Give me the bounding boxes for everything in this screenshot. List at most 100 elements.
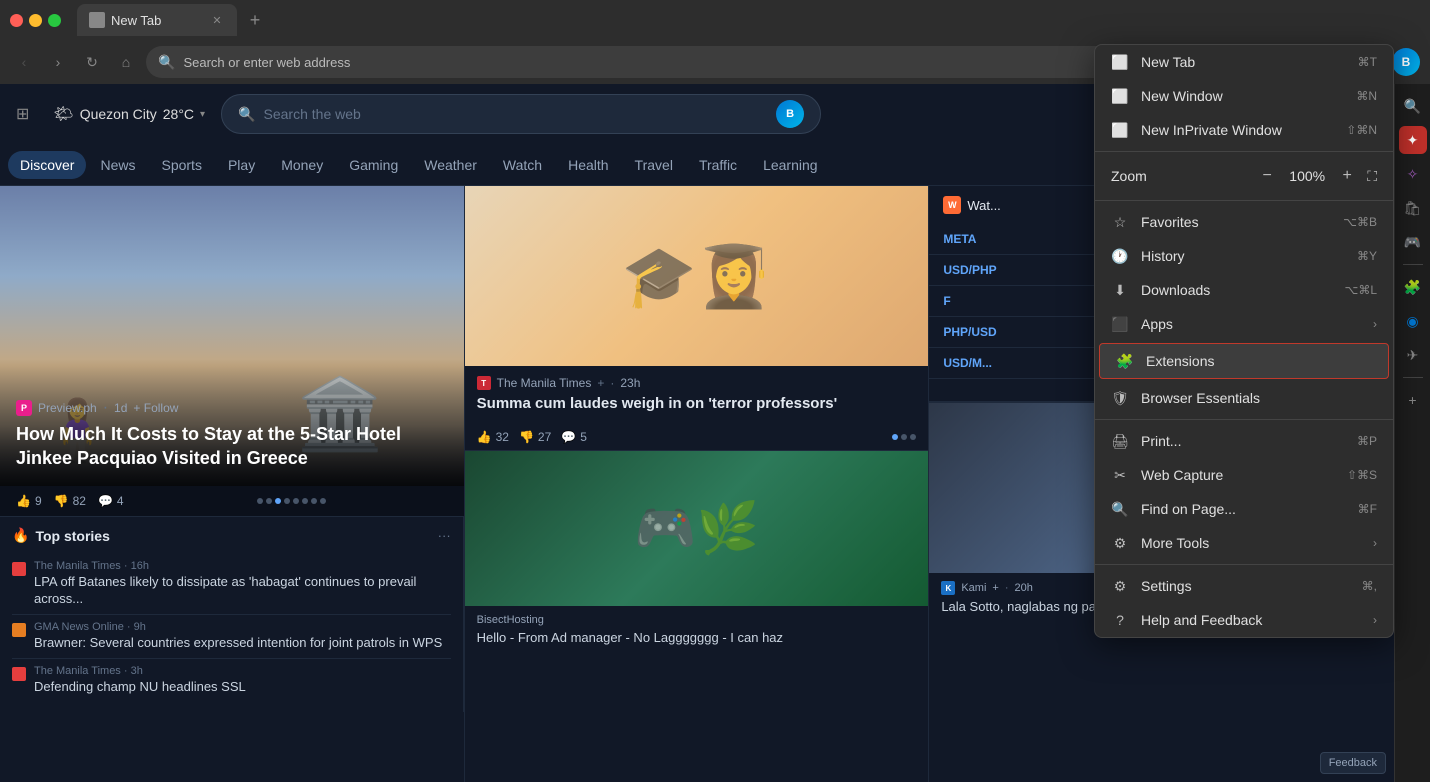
- bottom-right-follow[interactable]: +: [992, 582, 998, 594]
- dot-4: [284, 498, 290, 504]
- bottom-center-article[interactable]: 🎮🌿 BisectHosting Hello - From Ad manager…: [465, 450, 929, 655]
- active-tab[interactable]: New Tab ✕: [77, 4, 237, 36]
- news-item-meta-2: GMA News Online · 9h: [34, 621, 442, 633]
- second-follow-btn[interactable]: +: [597, 376, 604, 390]
- main-search-icon: 🔍: [238, 106, 255, 123]
- menu-item-settings[interactable]: ⚙ Settings ⌘,: [1095, 569, 1393, 603]
- apps-menu-icon: ⬛: [1111, 315, 1129, 333]
- featured-article[interactable]: 🏛️ 🧍‍♀️ P Preview.ph · 1d + Follow How M…: [0, 186, 465, 782]
- news-item-1[interactable]: The Manila Times · 16h LPA off Batanes l…: [12, 554, 451, 615]
- apps-menu-label: Apps: [1141, 316, 1361, 332]
- news-item-logo-2: [12, 623, 26, 637]
- sidebar-add-icon[interactable]: +: [1399, 386, 1427, 414]
- favorites-shortcut: ⌥⌘B: [1343, 215, 1377, 229]
- print-menu-label: Print...: [1141, 433, 1345, 449]
- news-item-logo-3: [12, 667, 26, 681]
- feedback-button[interactable]: Feedback: [1320, 752, 1386, 774]
- second-like-button[interactable]: 👍 32: [477, 430, 509, 444]
- second-article-source: T The Manila Times + · 23h: [477, 376, 917, 390]
- forward-button[interactable]: ›: [44, 48, 72, 76]
- menu-item-history[interactable]: 🕐 History ⌘Y: [1095, 239, 1393, 273]
- news-item-3[interactable]: The Manila Times · 3h Defending champ NU…: [12, 659, 451, 702]
- history-menu-icon: 🕐: [1111, 247, 1129, 265]
- menu-item-apps[interactable]: ⬛ Apps ›: [1095, 307, 1393, 341]
- tab-watch[interactable]: Watch: [491, 151, 554, 179]
- bottom-right-time: 20h: [1015, 582, 1033, 594]
- maximize-window-button[interactable]: [48, 14, 61, 27]
- sidebar-favorites-icon[interactable]: ✦: [1399, 126, 1427, 154]
- menu-item-more-tools[interactable]: ⚙ More Tools ›: [1095, 526, 1393, 560]
- bing-search-icon[interactable]: B: [776, 100, 804, 128]
- location-name: Quezon City: [80, 106, 157, 122]
- menu-item-new-window[interactable]: ⬜ New Window ⌘N: [1095, 79, 1393, 113]
- zoom-expand-button[interactable]: ⛶: [1367, 168, 1377, 185]
- sidebar-games-icon[interactable]: 🎮: [1399, 228, 1427, 256]
- menu-item-favorites[interactable]: ☆ Favorites ⌥⌘B: [1095, 205, 1393, 239]
- sidebar-ext-icon[interactable]: 🧩: [1399, 273, 1427, 301]
- follow-button[interactable]: + Follow: [133, 401, 178, 415]
- menu-item-web-capture[interactable]: ✂ Web Capture ⇧⌘S: [1095, 458, 1393, 492]
- zoom-out-button[interactable]: −: [1255, 164, 1279, 188]
- sidebar-search-icon[interactable]: 🔍: [1399, 92, 1427, 120]
- second-article-image: 🎓👩‍🎓: [465, 186, 929, 366]
- search-placeholder: Search the web: [264, 106, 769, 122]
- tab-traffic[interactable]: Traffic: [687, 151, 749, 179]
- sidebar-telegram-icon[interactable]: ✈: [1399, 341, 1427, 369]
- grid-icon[interactable]: ⊞: [16, 104, 29, 124]
- bottom-center-title: Hello - From Ad manager - No Laggggggg -…: [477, 630, 917, 647]
- zoom-in-button[interactable]: +: [1335, 164, 1359, 188]
- sidebar-azure-icon[interactable]: ◉: [1399, 307, 1427, 335]
- fire-emoji: 🔥: [12, 527, 29, 544]
- comment-button[interactable]: 💬 4: [98, 494, 124, 508]
- menu-item-browser-essentials[interactable]: 🛡 Browser Essentials: [1095, 381, 1393, 415]
- tab-learning[interactable]: Learning: [751, 151, 830, 179]
- menu-item-new-inprivate[interactable]: ⬜ New InPrivate Window ⇧⌘N: [1095, 113, 1393, 147]
- inprivate-menu-icon: ⬜: [1111, 121, 1129, 139]
- print-shortcut: ⌘P: [1357, 434, 1377, 448]
- tab-close-button[interactable]: ✕: [209, 12, 225, 28]
- main-search-bar[interactable]: 🔍 Search the web B: [221, 94, 821, 134]
- tab-money[interactable]: Money: [269, 151, 335, 179]
- tab-sports[interactable]: Sports: [149, 151, 213, 179]
- news-item-logo-1: [12, 562, 26, 576]
- address-search-icon: 🔍: [158, 54, 175, 71]
- bottom-center-image: 🎮🌿: [465, 451, 929, 606]
- sidebar-shopping-icon[interactable]: 🛍: [1399, 194, 1427, 222]
- article-actions: 👍 9 👎 82 💬 4: [0, 486, 464, 516]
- downloads-shortcut: ⌥⌘L: [1344, 283, 1377, 297]
- second-column: 🎓👩‍🎓 T The Manila Times + · 23h Summa cu…: [465, 186, 930, 782]
- tab-weather[interactable]: Weather: [412, 151, 489, 179]
- sidebar-copilot-icon[interactable]: ✧: [1399, 160, 1427, 188]
- menu-item-downloads[interactable]: ⬇ Downloads ⌥⌘L: [1095, 273, 1393, 307]
- second-comment-button[interactable]: 💬 5: [561, 430, 587, 444]
- tab-play[interactable]: Play: [216, 151, 267, 179]
- menu-item-new-tab[interactable]: ⬜ New Tab ⌘T: [1095, 45, 1393, 79]
- tab-discover[interactable]: Discover: [8, 151, 86, 179]
- like-count: 9: [35, 494, 42, 508]
- second-article[interactable]: 🎓👩‍🎓 T The Manila Times + · 23h Summa cu…: [465, 186, 929, 450]
- refresh-button[interactable]: ↻: [78, 48, 106, 76]
- location-widget[interactable]: 🌤 Quezon City 28°C ▾: [53, 104, 205, 124]
- tab-travel[interactable]: Travel: [623, 151, 685, 179]
- like-button[interactable]: 👍 9: [16, 494, 42, 508]
- section-more-button[interactable]: ···: [438, 528, 451, 543]
- tab-news[interactable]: News: [88, 151, 147, 179]
- minimize-window-button[interactable]: [29, 14, 42, 27]
- new-tab-button[interactable]: +: [241, 6, 269, 34]
- menu-item-find-on-page[interactable]: 🔍 Find on Page... ⌘F: [1095, 492, 1393, 526]
- address-bar[interactable]: 🔍 Search or enter web address: [146, 46, 1130, 78]
- tab-health[interactable]: Health: [556, 151, 620, 179]
- tab-gaming[interactable]: Gaming: [337, 151, 410, 179]
- close-window-button[interactable]: [10, 14, 23, 27]
- bing-copilot-button[interactable]: B: [1392, 48, 1420, 76]
- menu-item-help-feedback[interactable]: ? Help and Feedback ›: [1095, 603, 1393, 637]
- menu-item-extensions[interactable]: 🧩 Extensions: [1099, 343, 1389, 379]
- home-button[interactable]: ⌂: [112, 48, 140, 76]
- dislike-button[interactable]: 👎 82: [54, 494, 86, 508]
- news-item-2[interactable]: GMA News Online · 9h Brawner: Several co…: [12, 615, 451, 659]
- back-button[interactable]: ‹: [10, 48, 38, 76]
- menu-item-print[interactable]: 🖨 Print... ⌘P: [1095, 424, 1393, 458]
- second-like-count: 32: [496, 430, 509, 444]
- second-dislike-button[interactable]: 👎 27: [519, 430, 551, 444]
- extensions-menu-icon: 🧩: [1116, 352, 1134, 370]
